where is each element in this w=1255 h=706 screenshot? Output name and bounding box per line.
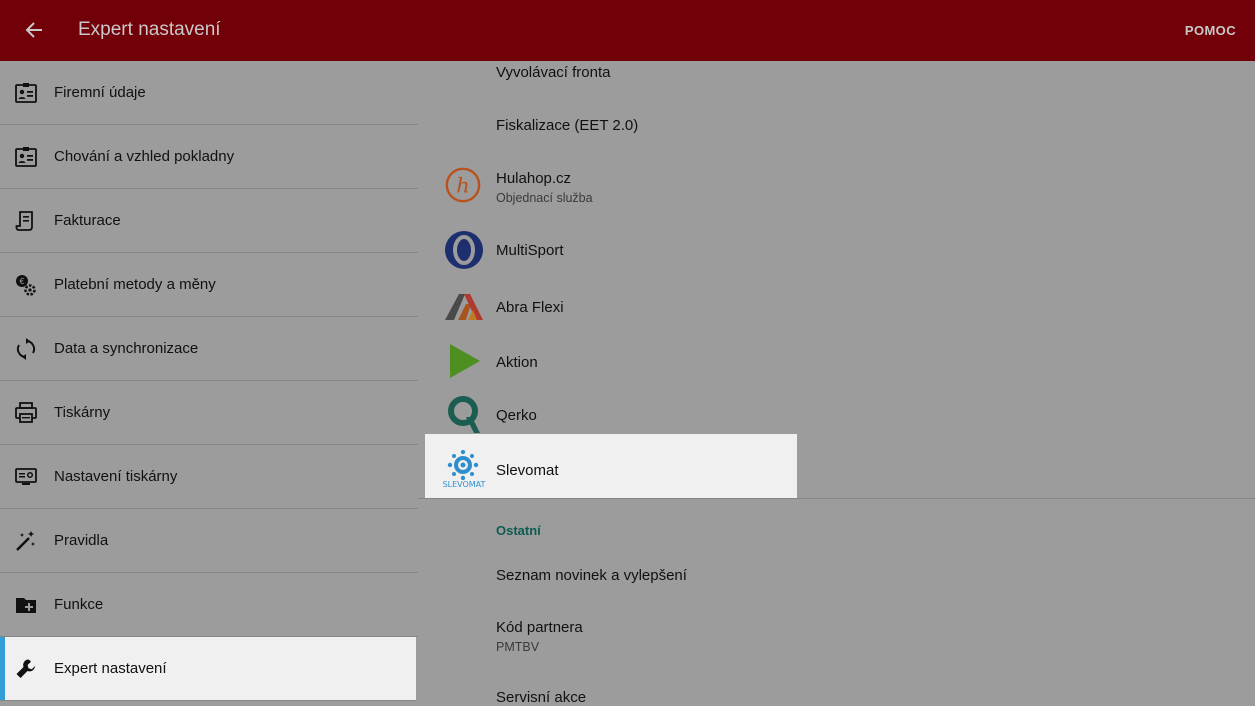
sidebar-item-behavior-appearance[interactable]: Chování a vzhled pokladny bbox=[0, 125, 418, 189]
multisport-logo-icon bbox=[445, 231, 483, 269]
integration-title: Hulahop.cz bbox=[496, 170, 572, 187]
wrench-icon bbox=[16, 659, 35, 678]
setting-service-actions[interactable]: Servisní akce bbox=[418, 681, 1255, 706]
sidebar-item-features[interactable]: Funkce bbox=[0, 573, 418, 637]
integration-slevomat[interactable]: SLEVOMAT Slevomat bbox=[425, 434, 797, 499]
section-divider bbox=[418, 498, 1255, 499]
sidebar-item-printer-settings[interactable]: Nastavení tiskárny bbox=[0, 445, 418, 509]
sidebar-item-company-info[interactable]: Firemní údaje bbox=[0, 61, 418, 125]
sidebar-item-data-sync[interactable]: Data a synchronizace bbox=[0, 317, 418, 381]
integration-qerko[interactable]: Qerko bbox=[418, 393, 1255, 433]
integration-title: MultiSport bbox=[496, 242, 564, 259]
hulahop-logo-icon: h bbox=[445, 167, 481, 203]
settings-sidebar: Firemní údaje Chování a vzhled pokladny … bbox=[0, 61, 418, 705]
setting-title: Servisní akce bbox=[496, 689, 587, 706]
setting-call-queue[interactable]: Vyvolávací fronta bbox=[418, 61, 1255, 91]
printer-settings-icon bbox=[15, 467, 37, 485]
currency-gear-icon: € bbox=[16, 274, 36, 296]
printer-icon bbox=[15, 401, 37, 423]
id-card-icon bbox=[15, 146, 37, 167]
svg-text:h: h bbox=[456, 174, 469, 198]
sidebar-item-invoicing[interactable]: Fakturace bbox=[0, 189, 418, 253]
abra-flexi-logo-icon bbox=[445, 294, 483, 320]
slevomat-logo-icon: SLEVOMAT bbox=[442, 450, 486, 492]
integration-title: Abra Flexi bbox=[496, 299, 564, 316]
id-card-icon bbox=[15, 82, 37, 103]
setting-subtitle: PMTBV bbox=[496, 640, 540, 654]
integration-title: Slevomat bbox=[496, 462, 559, 479]
sidebar-item-printers[interactable]: Tiskárny bbox=[0, 381, 418, 445]
sidebar-item-label: Chování a vzhled pokladny bbox=[54, 148, 235, 165]
svg-text:€: € bbox=[19, 277, 24, 286]
qerko-logo-icon bbox=[448, 396, 480, 433]
integration-title: Qerko bbox=[496, 407, 537, 424]
sidebar-item-label: Firemní údaje bbox=[54, 84, 146, 101]
invoice-icon bbox=[15, 210, 33, 231]
sidebar-item-label: Expert nastavení bbox=[54, 660, 167, 677]
sidebar-item-label: Nastavení tiskárny bbox=[54, 468, 178, 485]
folder-plus-icon bbox=[16, 597, 36, 613]
sidebar-item-label: Tiskárny bbox=[54, 404, 111, 421]
sidebar-item-expert-settings[interactable]: Expert nastavení bbox=[0, 637, 416, 701]
magic-wand-icon bbox=[16, 530, 35, 551]
section-header-other: Ostatní bbox=[496, 523, 541, 538]
setting-title: Kód partnera bbox=[496, 619, 583, 636]
page-title: Expert nastavení bbox=[78, 19, 221, 40]
sidebar-item-payment-methods[interactable]: € Platební metody a měny bbox=[0, 253, 418, 317]
sidebar-item-rules[interactable]: Pravidla bbox=[0, 509, 418, 573]
sidebar-item-label: Platební metody a měny bbox=[54, 276, 216, 293]
setting-partner-code[interactable]: Kód partnera PMTBV bbox=[418, 609, 1255, 659]
integration-aktion[interactable]: Aktion bbox=[418, 338, 1255, 386]
sync-icon bbox=[16, 337, 36, 360]
integration-abra-flexi[interactable]: Abra Flexi bbox=[418, 283, 1255, 331]
integration-multisport[interactable]: MultiSport bbox=[418, 226, 1255, 274]
slevomat-logo-text: SLEVOMAT bbox=[442, 480, 486, 489]
expert-settings-list: Vyvolávací fronta Fiskalizace (EET 2.0) … bbox=[418, 61, 1255, 706]
setting-title: Fiskalizace (EET 2.0) bbox=[496, 117, 639, 134]
app-bar: Expert nastavení POMOC bbox=[0, 0, 1255, 61]
setting-fiscalization[interactable]: Fiskalizace (EET 2.0) bbox=[418, 103, 1255, 143]
back-button[interactable] bbox=[20, 16, 48, 44]
sidebar-item-label: Pravidla bbox=[54, 532, 109, 549]
arrow-back-icon bbox=[25, 22, 42, 38]
sidebar-item-label: Funkce bbox=[54, 596, 104, 613]
sidebar-item-label: Fakturace bbox=[54, 212, 121, 229]
setting-changelog[interactable]: Seznam novinek a vylepšení bbox=[418, 556, 1255, 596]
integration-title: Aktion bbox=[496, 354, 538, 371]
integration-subtitle: Objednací služba bbox=[496, 191, 593, 205]
help-button[interactable]: POMOC bbox=[1185, 23, 1236, 38]
setting-title: Vyvolávací fronta bbox=[496, 64, 611, 81]
integration-hulahop[interactable]: h Hulahop.cz Objednací služba bbox=[418, 161, 1255, 211]
setting-title: Seznam novinek a vylepšení bbox=[496, 567, 687, 584]
aktion-logo-icon bbox=[450, 344, 480, 378]
sidebar-item-label: Data a synchronizace bbox=[54, 340, 199, 357]
